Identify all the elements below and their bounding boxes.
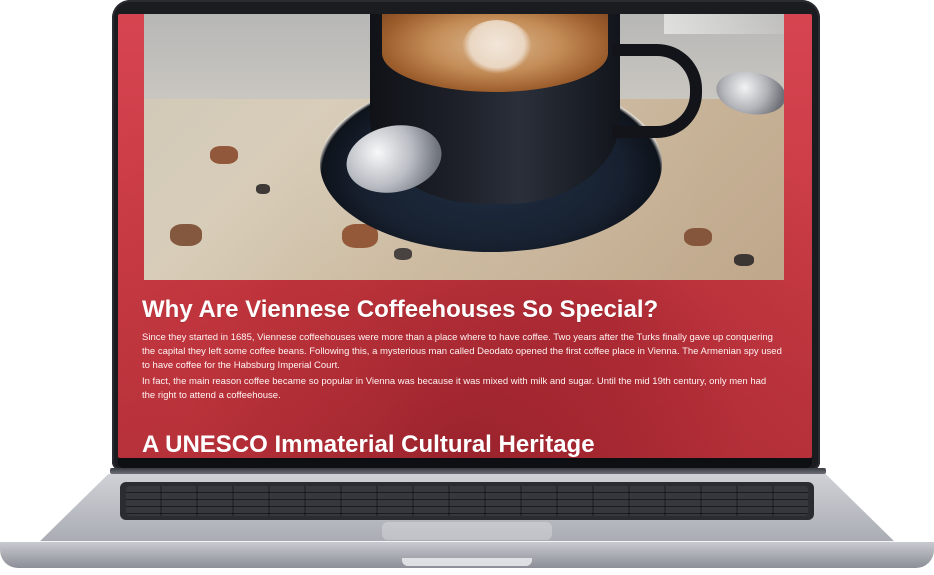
- article-paragraph-1: Since they started in 1685, Viennese cof…: [142, 331, 782, 371]
- article-content: Why Are Viennese Coffeehouses So Special…: [142, 296, 792, 458]
- glass-reflection: [664, 14, 784, 34]
- terrazzo-speck: [256, 184, 270, 194]
- hero-image: [144, 14, 784, 280]
- terrazzo-speck: [210, 146, 238, 164]
- cup-handle: [612, 44, 702, 138]
- section-title: A UNESCO Immaterial Cultural Heritage: [142, 430, 595, 458]
- page-title: Why Are Viennese Coffeehouses So Special…: [142, 296, 659, 323]
- laptop-base: [0, 474, 934, 575]
- bottom-bezel: [118, 458, 812, 468]
- keyboard-keys: [126, 486, 808, 516]
- trackpad[interactable]: [382, 522, 552, 540]
- laptop-open-lip: [402, 558, 532, 566]
- latte-art-heart: [462, 20, 532, 74]
- article-paragraph-2: In fact, the main reason coffee became s…: [142, 375, 767, 401]
- terrazzo-speck: [684, 228, 712, 246]
- terrazzo-speck: [734, 254, 754, 266]
- laptop-mockup: Why Are Viennese Coffeehouses So Special…: [0, 0, 934, 575]
- terrazzo-speck: [170, 224, 202, 246]
- browser-viewport[interactable]: Why Are Viennese Coffeehouses So Special…: [118, 14, 812, 458]
- terrazzo-speck: [394, 248, 412, 260]
